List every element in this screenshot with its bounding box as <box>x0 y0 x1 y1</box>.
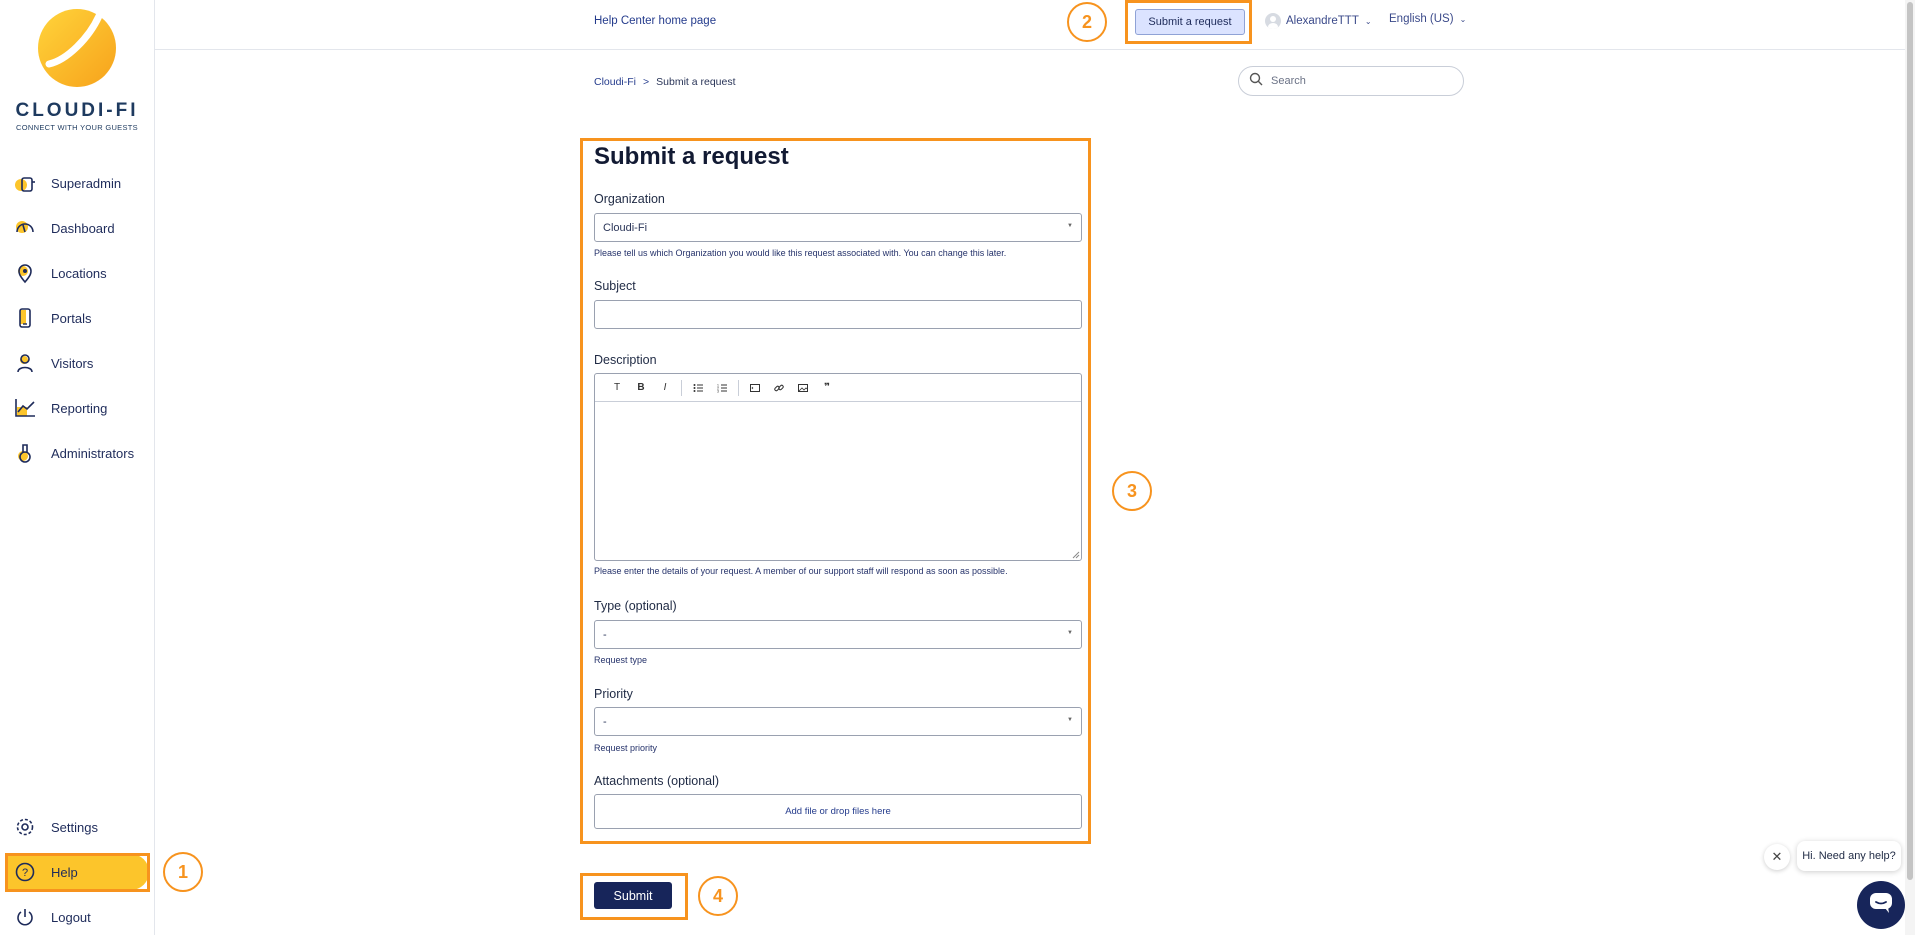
sidebar-item-dashboard[interactable]: Dashboard <box>6 210 149 246</box>
breadcrumb-current: Submit a request <box>656 76 736 88</box>
chevron-down-icon: ▼ <box>1067 630 1073 636</box>
organization-select[interactable]: Cloudi-Fi ▼ <box>594 213 1082 242</box>
breadcrumb-separator: > <box>643 76 650 88</box>
step-1-marker: 1 <box>163 852 203 892</box>
user-icon <box>14 352 36 374</box>
organization-hint: Please tell us which Organization you wo… <box>594 248 1007 258</box>
help-highlight <box>5 853 150 892</box>
attachments-dropzone[interactable]: Add file or drop files here <box>594 794 1082 829</box>
logo[interactable]: CLOUDI-FI CONNECT WITH YOUR GUESTS <box>0 8 154 132</box>
svg-text:3: 3 <box>717 389 719 393</box>
organization-label: Organization <box>594 192 665 206</box>
link-icon[interactable] <box>767 378 791 398</box>
bullet-list-icon[interactable] <box>686 378 710 398</box>
sidebar-item-label: Dashboard <box>51 220 115 236</box>
priority-hint: Request priority <box>594 743 658 753</box>
priority-select[interactable]: - ▼ <box>594 707 1082 736</box>
phone-icon <box>14 307 36 329</box>
sidebar-item-settings[interactable]: Settings <box>6 809 149 845</box>
description-editor[interactable]: T B I 123 ❞ <box>594 373 1082 561</box>
bold-icon[interactable]: B <box>629 378 653 398</box>
admin-icon <box>14 442 36 464</box>
chevron-down-icon: ▼ <box>1067 223 1073 229</box>
priority-value: - <box>603 715 607 728</box>
sidebar-item-portals[interactable]: Portals <box>6 300 149 336</box>
chat-icon <box>1869 892 1893 919</box>
power-icon <box>14 906 36 928</box>
chat-greeting[interactable]: Hi. Need any help? <box>1797 841 1901 871</box>
italic-icon[interactable]: I <box>653 378 677 398</box>
sidebar-item-label: Visitors <box>51 355 94 371</box>
dashboard-icon <box>14 217 36 239</box>
type-value: - <box>603 628 607 641</box>
subject-label: Subject <box>594 279 636 293</box>
type-select[interactable]: - ▼ <box>594 620 1082 649</box>
header: Help Center home page Submit a request A… <box>155 0 1905 50</box>
user-menu[interactable]: AlexandreTTT ⌄ <box>1265 13 1372 29</box>
sidebar-item-label: Settings <box>51 819 98 835</box>
type-label: Type (optional) <box>594 599 677 613</box>
sidebar-item-reporting[interactable]: Reporting <box>6 390 149 426</box>
chat-launcher-button[interactable] <box>1857 881 1905 929</box>
language-selector[interactable]: English (US) ⌄ <box>1389 13 1466 25</box>
search-box[interactable] <box>1238 66 1464 96</box>
submit-request-highlight <box>1125 0 1252 44</box>
sidebar-item-administrators[interactable]: Administrators <box>6 435 149 471</box>
resize-handle-icon[interactable] <box>1072 551 1080 559</box>
logo-text: CLOUDI-FI <box>15 100 139 121</box>
quote-icon[interactable]: ❞ <box>815 378 839 398</box>
location-pin-icon <box>14 262 36 284</box>
logo-tagline: CONNECT WITH YOUR GUESTS <box>16 123 138 132</box>
breadcrumb: Cloudi-Fi > Submit a request <box>594 76 736 88</box>
sidebar-item-label: Superadmin <box>51 175 122 191</box>
type-hint: Request type <box>594 655 648 665</box>
chevron-down-icon: ▼ <box>1067 717 1073 723</box>
sidebar: CLOUDI-FI CONNECT WITH YOUR GUESTS Super… <box>0 0 155 935</box>
sidebar-item-label: Logout <box>51 909 91 925</box>
organization-value: Cloudi-Fi <box>603 221 648 234</box>
priority-label: Priority <box>594 687 633 701</box>
search-input[interactable] <box>1269 74 1443 88</box>
scrollbar-thumb[interactable] <box>1907 2 1913 880</box>
sidebar-item-label: Administrators <box>51 445 135 461</box>
superadmin-icon <box>14 172 36 194</box>
image-icon[interactable] <box>791 378 815 398</box>
sidebar-item-visitors[interactable]: Visitors <box>6 345 149 381</box>
step-2-marker: 2 <box>1067 2 1107 42</box>
logo-icon <box>37 8 117 88</box>
subject-input[interactable] <box>594 300 1082 329</box>
chevron-down-icon: ⌄ <box>1364 16 1372 26</box>
chart-icon <box>14 397 36 419</box>
user-name: AlexandreTTT <box>1286 15 1359 27</box>
description-hint: Please enter the details of your request… <box>594 566 1008 576</box>
sidebar-item-label: Portals <box>51 310 92 326</box>
text-format-icon[interactable]: T <box>605 378 629 398</box>
chevron-down-icon: ⌄ <box>1459 14 1467 24</box>
numbered-list-icon[interactable]: 123 <box>710 378 734 398</box>
help-center-home-link[interactable]: Help Center home page <box>594 15 716 27</box>
sidebar-item-superadmin[interactable]: Superadmin <box>6 165 149 201</box>
editor-toolbar: T B I 123 ❞ <box>595 374 1081 402</box>
avatar <box>1265 13 1281 29</box>
gear-icon <box>14 816 36 838</box>
submit-button[interactable]: Submit <box>594 882 672 909</box>
chat-close-button[interactable]: ✕ <box>1764 844 1790 870</box>
code-block-icon[interactable] <box>743 378 767 398</box>
step-4-marker: 4 <box>698 876 738 916</box>
sidebar-item-label: Reporting <box>51 400 108 416</box>
attachments-label: Attachments (optional) <box>594 774 720 788</box>
breadcrumb-root[interactable]: Cloudi-Fi <box>594 76 636 88</box>
sidebar-item-locations[interactable]: Locations <box>6 255 149 291</box>
sidebar-item-logout[interactable]: Logout <box>6 899 149 935</box>
step-3-marker: 3 <box>1112 471 1152 511</box>
toolbar-divider <box>738 379 739 396</box>
search-icon <box>1249 72 1263 91</box>
sidebar-item-label: Locations <box>51 265 107 281</box>
page-title: Submit a request <box>594 143 789 170</box>
toolbar-divider <box>681 379 682 396</box>
description-label: Description <box>594 353 657 367</box>
language-label: English (US) <box>1389 13 1454 25</box>
